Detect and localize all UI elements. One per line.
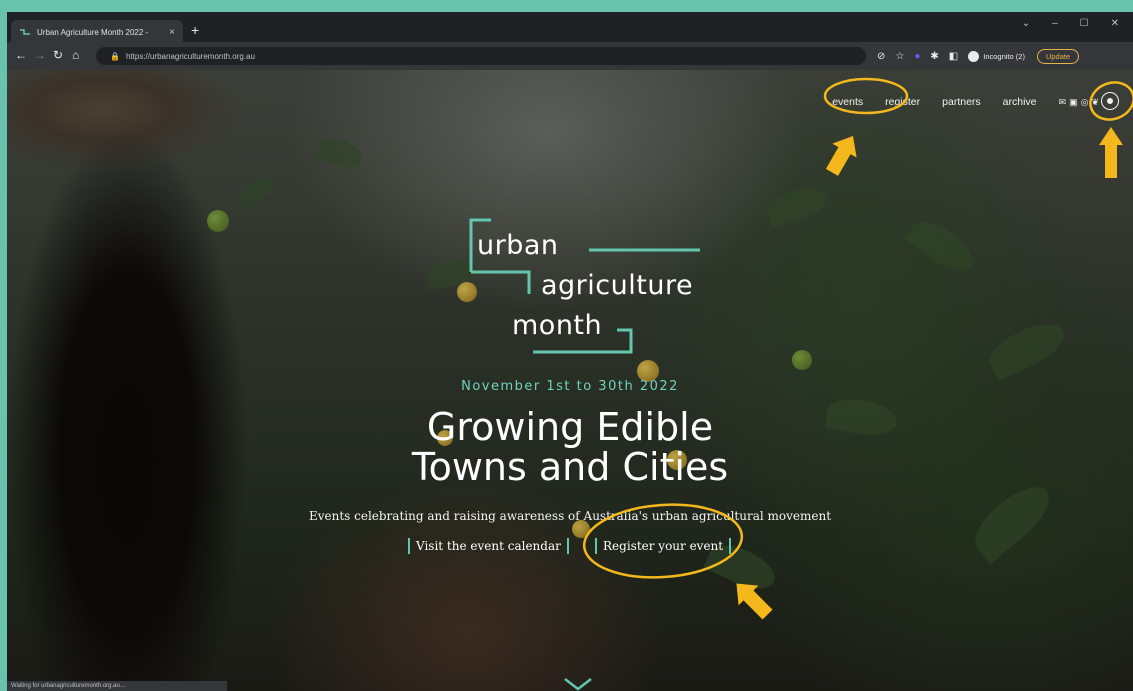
reload-icon[interactable]: ↻ xyxy=(53,48,63,62)
address-bar[interactable]: 🔒 https://urbanagriculturemonth.org.au xyxy=(96,47,866,65)
update-button[interactable]: Update xyxy=(1036,49,1080,64)
tab-urban-agriculture[interactable]: Urban Agriculture Month 2022 - × xyxy=(11,20,183,44)
site-logo[interactable]: urban agriculture month xyxy=(447,210,717,380)
email-icon[interactable]: ✉ xyxy=(1059,97,1067,108)
home-icon[interactable]: ⌂ xyxy=(72,48,79,62)
lock-icon[interactable]: 🔒 xyxy=(110,52,120,61)
extensions-puzzle-icon[interactable]: ✱ xyxy=(930,51,938,63)
twitter-icon[interactable]: ❦ xyxy=(1091,97,1099,108)
status-bar: Waiting for urbanagriculturemonth.org.au… xyxy=(7,681,227,691)
logo-word-agriculture: agriculture xyxy=(541,270,694,301)
back-icon[interactable]: ← xyxy=(15,48,27,62)
browser-window: Urban Agriculture Month 2022 - × + ⌄ – ☐… xyxy=(7,12,1133,691)
lime-shape xyxy=(792,350,812,370)
register-event-label: Register your event xyxy=(603,539,724,553)
side-panel-icon[interactable]: ◧ xyxy=(949,51,958,63)
incognito-indicator[interactable]: Incognito (2) xyxy=(968,51,1025,62)
tab-title: Urban Agriculture Month 2022 - xyxy=(37,27,149,37)
logo-word-month: month xyxy=(512,310,603,341)
headline-line-1: Growing Edible xyxy=(426,405,714,449)
nav-register[interactable]: register xyxy=(885,96,920,108)
foliage-shape xyxy=(234,171,280,211)
forward-icon[interactable]: → xyxy=(34,48,46,62)
bookmark-star-icon[interactable]: ☆ xyxy=(895,51,904,63)
social-links: ✉ ▣ ◎ ❦ xyxy=(1059,97,1099,108)
visit-calendar-button[interactable]: Visit the event calendar xyxy=(408,536,569,556)
maximize-button[interactable]: ☐ xyxy=(1080,18,1089,29)
nav-archive[interactable]: archive xyxy=(1003,96,1037,108)
user-account-icon[interactable] xyxy=(1101,92,1119,110)
foliage-shape xyxy=(904,212,980,280)
tab-search-icon[interactable]: ⌄ xyxy=(1022,18,1030,29)
lime-shape xyxy=(207,210,229,232)
user-head-icon xyxy=(1107,98,1113,104)
facebook-icon[interactable]: ▣ xyxy=(1069,97,1078,108)
register-event-button[interactable]: Register your event xyxy=(595,536,732,556)
tab-close-icon[interactable]: × xyxy=(169,27,175,38)
nav-partners[interactable]: partners xyxy=(942,96,981,108)
foliage-shape xyxy=(764,182,830,228)
foliage-shape xyxy=(313,132,367,174)
event-dates: November 1st to 30th 2022 xyxy=(461,379,679,394)
extension-icon[interactable]: ● xyxy=(914,51,920,63)
url-text: https://urbanagriculturemonth.org.au xyxy=(125,51,255,61)
site-nav: events register partners archive ✉ ▣ ◎ ❦ xyxy=(832,96,1099,108)
toolbar-actions: ⊘ ☆ ● ✱ ◧ Incognito (2) Update xyxy=(877,49,1080,64)
eye-slash-icon[interactable]: ⊘ xyxy=(877,51,885,63)
close-window-button[interactable]: ✕ xyxy=(1111,18,1119,29)
minimize-button[interactable]: – xyxy=(1052,18,1058,29)
tab-strip: Urban Agriculture Month 2022 - × + ⌄ – ☐… xyxy=(7,12,1133,44)
incognito-icon xyxy=(968,51,980,62)
hero-section: events register partners archive ✉ ▣ ◎ ❦… xyxy=(7,70,1133,691)
incognito-label: Incognito (2) xyxy=(983,52,1025,61)
instagram-icon[interactable]: ◎ xyxy=(1081,97,1089,108)
hero-headline: Growing Edible Towns and Cities xyxy=(7,407,1133,487)
scroll-down-chevron-icon[interactable] xyxy=(563,677,593,691)
browser-toolbar: ← → ↻ ⌂ 🔒 https://urbanagriculturemonth.… xyxy=(7,42,1133,70)
nav-events[interactable]: events xyxy=(832,96,863,108)
favicon-icon xyxy=(20,29,30,35)
window-controls: ⌄ – ☐ ✕ xyxy=(1022,18,1119,29)
hero-tagline: Events celebrating and raising awareness… xyxy=(308,509,832,523)
foliage-shape xyxy=(983,314,1071,382)
visit-calendar-label: Visit the event calendar xyxy=(416,539,561,553)
headline-line-2: Towns and Cities xyxy=(411,445,729,489)
new-tab-button[interactable]: + xyxy=(191,23,199,37)
logo-word-urban: urban xyxy=(477,230,559,261)
